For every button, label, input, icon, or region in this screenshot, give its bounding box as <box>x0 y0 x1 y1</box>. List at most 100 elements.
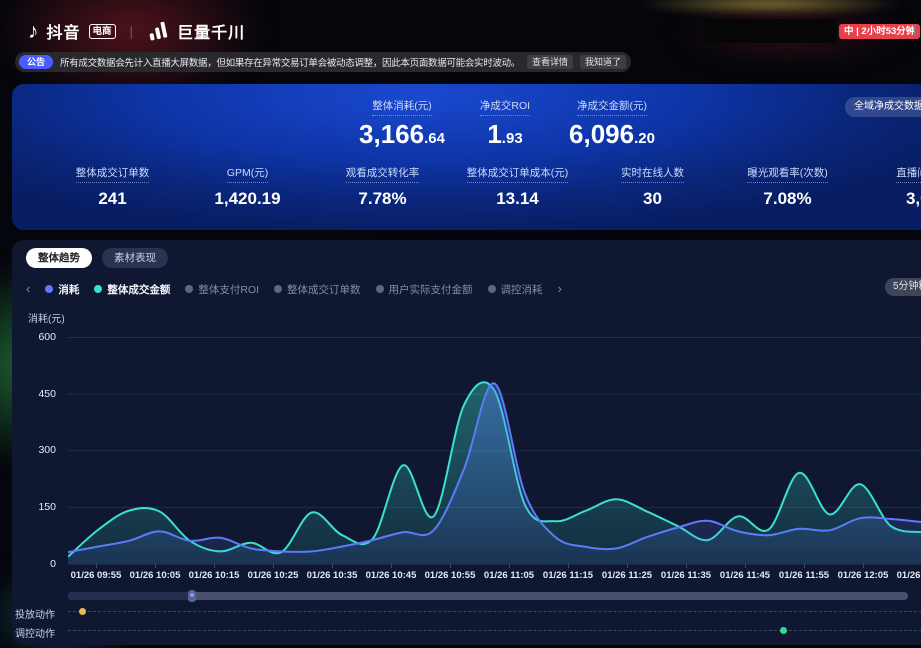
y-tick-label: 600 <box>24 331 56 343</box>
x-tick-label: 01/26 11:35 <box>661 570 711 581</box>
metric-label: 整体成交订单数 <box>45 163 180 183</box>
tab-inactive[interactable]: 素材表现 <box>102 248 168 268</box>
x-tick-mark <box>509 564 510 568</box>
redacted-account-box <box>705 19 837 43</box>
series-area-消耗 <box>68 383 921 563</box>
bg-glow <box>600 0 921 18</box>
primary-metric: 整体消耗(元)3,166.64 <box>359 96 445 153</box>
x-tick-label: 01/26 11:15 <box>543 570 593 581</box>
x-tick-label: 01/26 10:55 <box>425 570 476 581</box>
live-duration-badge: 中 | 2小时53分钟 <box>839 24 920 39</box>
legend-label: 用户实际支付金额 <box>389 282 473 297</box>
legend-dot-icon <box>488 285 496 293</box>
metric-label: 实时在线人数 <box>585 163 720 183</box>
legend-item[interactable]: 整体成交订单数 <box>274 282 361 297</box>
metric-value: 241 <box>45 189 180 209</box>
x-tick-label: 01/26 10:25 <box>248 570 299 581</box>
metrics-panel: 全域净成交数据 ∨ 整体消耗(元)3,166.64 净成交ROI 1.93 净成交金额… <box>12 84 921 230</box>
metric-value: 13.14 <box>450 189 585 209</box>
trend-chart[interactable] <box>68 337 921 565</box>
metric-label: 整体消耗(元) <box>359 96 445 116</box>
metric-label-text: GPM(元) <box>227 165 268 183</box>
action-row-dashline <box>68 611 921 612</box>
x-tick-label: 01/26 11:45 <box>720 570 770 581</box>
x-tick-label: 01/26 12:05 <box>838 570 889 581</box>
legend-item[interactable]: 消耗 <box>45 282 79 297</box>
metric-value: 1.93 <box>480 120 530 153</box>
metric-value-int: 1 <box>487 119 501 149</box>
secondary-metric: 曝光观看率(次数)7.08% <box>720 163 855 209</box>
legend-next-icon[interactable]: › <box>558 283 562 295</box>
metric-label-text: 净成交金额(元) <box>577 98 647 116</box>
metric-label: 观看成交转化率 <box>315 163 450 183</box>
legend-dot-icon <box>376 285 384 293</box>
x-tick-label: 01/26 09:55 <box>71 570 122 581</box>
qianchuan-live-dashboard: ♪ 抖音 电商 | 巨量千川 中 | 2小时53分钟 | 公告 所有成交数据会先… <box>0 0 921 648</box>
header: ♪ 抖音 电商 | 巨量千川 <box>28 16 245 46</box>
legend-item[interactable]: 用户实际支付金额 <box>376 282 473 297</box>
legend-label: 整体成交金额 <box>107 282 170 297</box>
header-divider: | <box>130 23 134 39</box>
metric-label-text: 整体成交订单数 <box>76 165 150 183</box>
secondary-metric: 整体成交订单数 241 <box>45 163 180 209</box>
primary-metric: 净成交ROI 1.93 <box>480 96 530 153</box>
metric-label-text: 曝光观看率(次数) <box>747 165 828 183</box>
secondary-metric: 观看成交转化率7.78% <box>315 163 450 209</box>
chart-legend: ‹ 消耗 整体成交金额 整体支付ROI 整体成交订单数 用户实际支付金额 调控消耗 › <box>26 282 562 296</box>
legend-item[interactable]: 整体支付ROI <box>185 282 259 297</box>
metric-value: 6,096.20 <box>569 120 655 153</box>
x-tick-mark <box>96 564 97 568</box>
metric-label-text: 整体成交订单成本(元) <box>467 165 569 183</box>
x-tick-mark <box>273 564 274 568</box>
y-tick-label: 0 <box>24 558 56 570</box>
legend-prev-icon[interactable]: ‹ <box>26 283 30 295</box>
legend-label: 消耗 <box>58 282 79 297</box>
scope-selector-dropdown[interactable]: 全域净成交数据 ∨ <box>845 97 921 117</box>
qianchuan-logo-icon <box>147 21 169 41</box>
notice-bar: 公告 所有成交数据会先计入直播大屏数据，但如果存在异常交易订单会被动态调整，因此… <box>15 52 631 72</box>
metric-label: 曝光观看率(次数) <box>720 163 855 183</box>
x-tick-label: 01/26 10:45 <box>366 570 417 581</box>
legend-label: 调控消耗 <box>501 282 543 297</box>
x-tick-label: 01/26 10:05 <box>130 570 181 581</box>
notice-text: 所有成交数据会先计入直播大屏数据，但如果存在异常交易订单会被动态调整，因此本页面… <box>60 55 520 69</box>
metric-label: 净成交ROI <box>480 96 530 116</box>
action-row-label: 调控动作 <box>15 625 55 640</box>
legend-item[interactable]: 调控消耗 <box>488 282 543 297</box>
douyin-logo-icon: ♪ <box>28 21 39 42</box>
x-tick-mark <box>745 564 746 568</box>
scrollbar-handle[interactable] <box>188 590 196 602</box>
legend-dot-icon <box>45 285 53 293</box>
x-tick-mark <box>627 564 628 568</box>
view-details-button[interactable]: 查看详情 <box>527 55 573 69</box>
legend-item[interactable]: 整体成交金额 <box>94 282 170 297</box>
metric-label-text: 直播间整体 <box>896 165 921 183</box>
metric-label-text: 实时在线人数 <box>621 165 684 183</box>
action-event-dot[interactable] <box>79 608 86 615</box>
x-tick-mark <box>155 564 156 568</box>
qianchuan-brand-text: 巨量千川 <box>177 19 245 43</box>
metric-value: 30 <box>585 189 720 209</box>
metric-label-text: 观看成交转化率 <box>346 165 420 183</box>
action-row-dashline <box>68 630 921 631</box>
action-event-dot[interactable] <box>780 627 787 634</box>
trend-tabs: 整体趋势素材表现 <box>26 248 168 268</box>
x-tick-mark <box>391 564 392 568</box>
granularity-dropdown[interactable]: 5分钟粒度 <box>885 278 921 296</box>
secondary-metric: GPM(元)1,420.19 <box>180 163 315 209</box>
secondary-metrics-row: 整体成交订单数241GPM(元)1,420.19观看成交转化率7.78%整体成交… <box>45 163 921 209</box>
tab-active[interactable]: 整体趋势 <box>26 248 92 268</box>
scope-selector-label: 全域净成交数据 <box>854 97 921 117</box>
legend-label: 整体支付ROI <box>198 282 259 297</box>
secondary-metric: 实时在线人数 30 <box>585 163 720 209</box>
metric-value-dec: .93 <box>502 130 523 147</box>
metric-label-text: 整体消耗(元) <box>372 98 432 116</box>
secondary-metric: 整体成交订单成本(元) 13.14 <box>450 163 585 209</box>
got-it-button[interactable]: 我知道了 <box>580 55 626 69</box>
x-tick-label: 01/26 10:15 <box>189 570 240 581</box>
legend-dot-icon <box>185 285 193 293</box>
x-tick-mark <box>804 564 805 568</box>
metric-value: 3,09 <box>855 189 921 209</box>
time-range-scrollbar[interactable] <box>68 592 908 600</box>
trend-panel: 整体趋势素材表现 ‹ 消耗 整体成交金额 整体支付ROI 整体成交订单数 用户实际支付金额… <box>12 240 921 645</box>
